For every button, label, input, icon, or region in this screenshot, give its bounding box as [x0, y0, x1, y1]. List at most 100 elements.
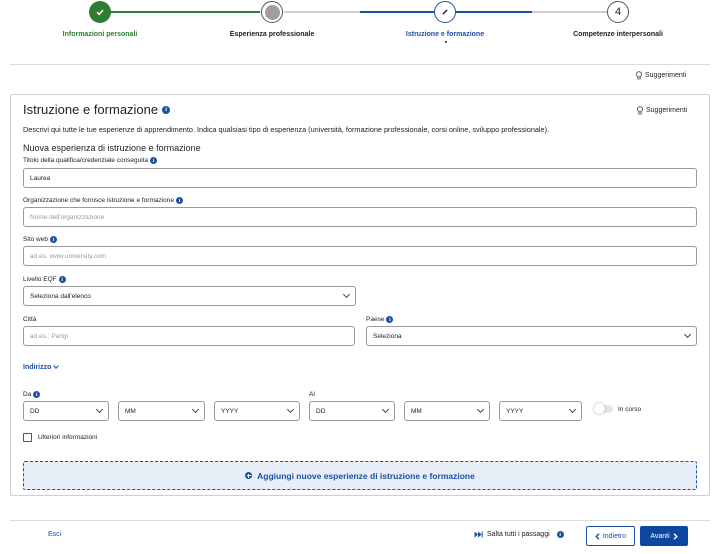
step-connector-3	[360, 11, 434, 13]
step-4-label[interactable]: Competenze interpersonali	[573, 31, 663, 38]
info-icon[interactable]: i	[49, 236, 57, 243]
qualification-value: Laurea	[30, 174, 51, 182]
info-icon[interactable]: i	[58, 276, 66, 283]
qualification-input[interactable]: Laurea	[23, 168, 697, 188]
progress-stepper: 4 Informazioni personali Esperienza prof…	[0, 0, 720, 56]
address-toggle-label: Indirizzo	[23, 364, 52, 371]
top-suggestions-link[interactable]: Suggerimenti	[635, 71, 686, 80]
add-education-label: Aggiungi nuove esperienze di istruzione …	[257, 470, 475, 481]
check-icon	[96, 9, 104, 16]
form-subheading: Nuova esperienza di istruzione e formazi…	[23, 143, 201, 153]
step-connector-4	[456, 11, 532, 13]
eqf-label-text: Livello EQF	[23, 276, 57, 283]
qualification-label-text: Titolo della qualifica/credenziale conse…	[23, 157, 149, 164]
ongoing-toggle-group: In corso	[594, 403, 642, 414]
to-month-select[interactable]: MM	[404, 401, 490, 421]
step-1-circle[interactable]	[89, 1, 111, 23]
from-year-value: YYYY	[221, 407, 239, 415]
ongoing-toggle[interactable]	[594, 403, 613, 414]
chevron-down-icon	[476, 405, 485, 414]
chevron-down-icon	[191, 405, 200, 414]
country-select[interactable]: Seleziona	[366, 326, 697, 346]
from-month-value: MM	[125, 407, 136, 415]
organization-input[interactable]: Nome dell'organizzazione	[23, 207, 697, 227]
skip-forward-icon	[474, 531, 483, 538]
address-toggle[interactable]: Indirizzo	[23, 363, 60, 371]
next-label: Avanti	[650, 532, 670, 540]
info-icon[interactable]: i	[150, 157, 158, 164]
grey-dot-icon	[264, 4, 280, 20]
city-label: Città	[23, 316, 36, 323]
chevron-down-icon	[95, 405, 104, 414]
info-icon[interactable]: i	[556, 531, 564, 538]
to-label-text: Al	[309, 391, 315, 398]
city-label-text: Città	[23, 316, 37, 323]
to-month-value: MM	[411, 407, 422, 415]
step-4-circle[interactable]: 4	[607, 1, 629, 23]
section-title-text: Istruzione e formazione	[23, 102, 159, 117]
to-label: Al	[309, 391, 315, 398]
pencil-icon	[442, 9, 448, 15]
chevron-right-icon	[673, 532, 678, 540]
step-connector-5	[532, 11, 608, 13]
website-placeholder: ad es. www.university.com	[30, 252, 107, 260]
section-suggestions-label: Suggerimenti	[646, 107, 688, 114]
website-label-text: Sito web	[23, 236, 48, 243]
city-placeholder: ad es.: Parigi	[30, 332, 68, 340]
more-info-checkbox[interactable]	[23, 433, 32, 442]
lightbulb-icon	[636, 71, 642, 80]
info-icon[interactable]: i	[176, 197, 184, 204]
organization-placeholder: Nome dell'organizzazione	[30, 213, 105, 221]
chevron-down-icon	[683, 330, 692, 339]
lightbulb-icon	[637, 106, 643, 115]
website-label: Sito web i	[23, 236, 57, 243]
add-education-button[interactable]: Aggiungi nuove esperienze di istruzione …	[23, 461, 697, 490]
current-step-marker	[445, 41, 447, 43]
country-label: Paese i	[366, 316, 394, 323]
country-selected: Seleziona	[373, 332, 402, 340]
to-day-select[interactable]: DD	[309, 401, 395, 421]
city-input[interactable]: ad es.: Parigi	[23, 326, 355, 346]
from-label-text: Da	[23, 391, 32, 398]
info-icon[interactable]: i	[386, 316, 394, 323]
back-label: Indietro	[602, 532, 627, 540]
section-description: Descrivi qui tutte le tue esperienze di …	[23, 125, 550, 134]
from-year-select[interactable]: YYYY	[214, 401, 300, 421]
footer-divider	[10, 520, 710, 521]
country-label-text: Paese	[366, 316, 385, 323]
chevron-down-icon	[53, 363, 60, 369]
to-year-select[interactable]: YYYY	[499, 401, 582, 421]
back-button[interactable]: Indietro	[586, 526, 635, 546]
chevron-down-icon	[342, 290, 351, 299]
step-2-circle[interactable]	[261, 1, 283, 23]
website-input[interactable]: ad es. www.university.com	[23, 246, 697, 266]
info-icon[interactable]: i	[33, 391, 41, 398]
qualification-label: Titolo della qualifica/credenziale conse…	[23, 157, 158, 164]
info-icon[interactable]: i	[162, 105, 171, 114]
step-2-label[interactable]: Esperienza professionale	[230, 31, 314, 38]
skip-all-link[interactable]: Salta tutti i passaggi i	[474, 531, 564, 538]
from-day-select[interactable]: DD	[23, 401, 109, 421]
chevron-down-icon	[286, 405, 295, 414]
chevron-down-icon	[381, 405, 390, 414]
eqf-selected: Seleziona dall'elenco	[30, 292, 91, 300]
eqf-select[interactable]: Seleziona dall'elenco	[23, 286, 356, 306]
ongoing-label: In corso	[618, 405, 642, 413]
plus-circle-icon	[245, 472, 253, 479]
eqf-label: Livello EQF i	[23, 276, 66, 283]
skip-all-label: Salta tutti i passaggi	[487, 531, 550, 538]
to-year-value: YYYY	[506, 407, 524, 415]
from-label: Da i	[23, 391, 41, 398]
step-connector-1	[110, 11, 260, 13]
chevron-down-icon	[568, 405, 577, 414]
step-1-label[interactable]: Informazioni personali	[63, 31, 138, 38]
section-suggestions-link[interactable]: Suggerimenti	[636, 106, 687, 115]
chevron-left-icon	[595, 532, 600, 540]
exit-link[interactable]: Esci	[48, 531, 61, 538]
step-3-circle[interactable]	[434, 1, 456, 23]
more-info-group: Ulteriori informazioni	[23, 433, 97, 442]
next-button[interactable]: Avanti	[640, 526, 688, 546]
from-month-select[interactable]: MM	[118, 401, 205, 421]
organization-label-text: Organizzazione che fornisce istruzione e…	[23, 197, 175, 204]
step-3-label[interactable]: Istruzione e formazione	[406, 31, 484, 38]
